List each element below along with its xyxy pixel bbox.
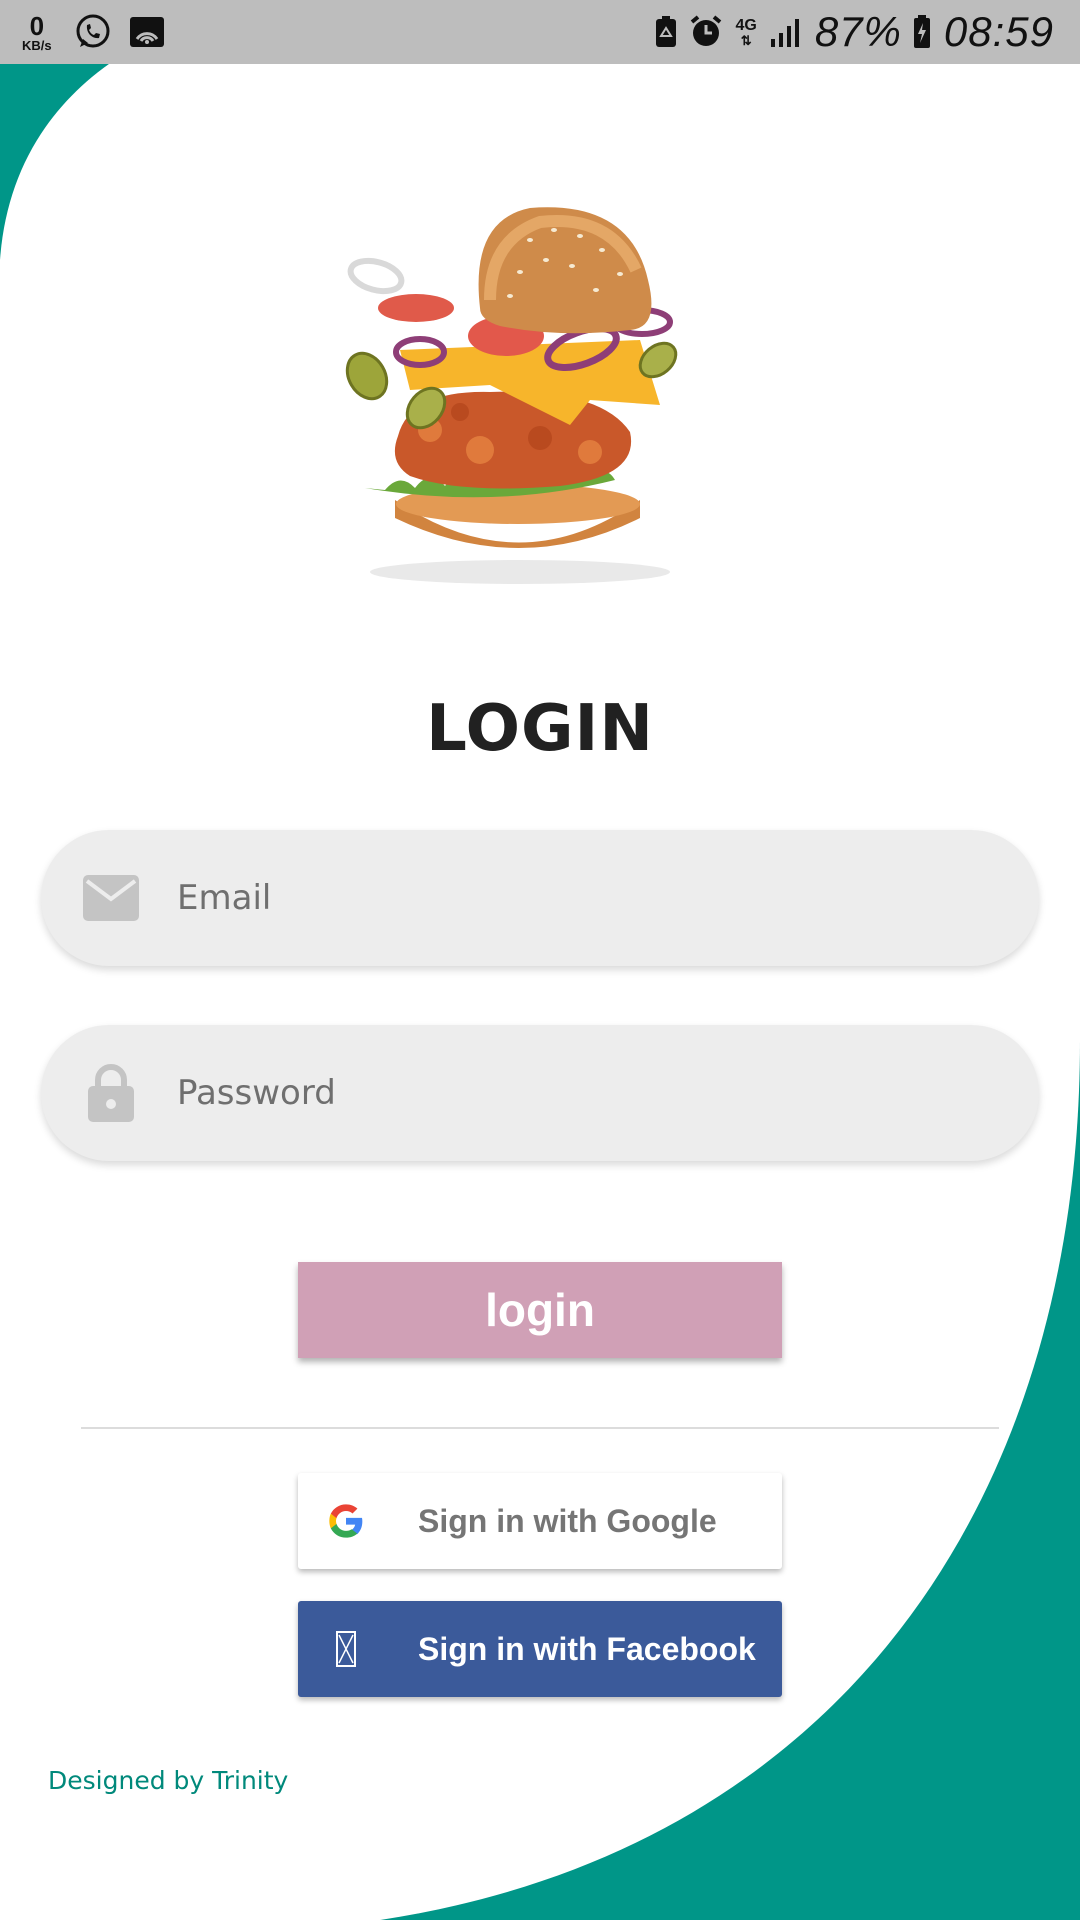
login-button[interactable]: login (298, 1262, 782, 1358)
recycle-icon (655, 16, 677, 48)
facebook-signin-button[interactable]: Sign in with Facebook (298, 1601, 782, 1697)
wifi-icon (129, 17, 164, 47)
google-signin-button[interactable]: Sign in with Google (298, 1473, 782, 1569)
email-field[interactable] (41, 830, 1039, 966)
alarm-icon (689, 15, 723, 49)
network-speed-unit: KB/s (22, 37, 52, 53)
data-arrows-icon: ⇅ (740, 32, 752, 48)
facebook-signin-label: Sign in with Facebook (418, 1630, 756, 1667)
battery-charging-icon (912, 15, 932, 49)
google-icon (326, 1501, 366, 1541)
login-title: LOGIN (426, 692, 654, 766)
network-type: 4G ⇅ (735, 16, 757, 48)
network-speed: 0 KB/s (22, 13, 52, 52)
email-icon (83, 870, 139, 926)
email-input[interactable] (177, 868, 997, 928)
password-input[interactable] (177, 1063, 997, 1123)
network-type-label: 4G (735, 16, 757, 34)
network-speed-value: 0 (29, 10, 45, 41)
clock: 08:59 (943, 8, 1054, 55)
designer-credit: Designed by Trinity (48, 1766, 289, 1795)
divider (81, 1427, 999, 1429)
whatsapp-icon (74, 13, 112, 51)
status-bar-right: 4G ⇅ 87% 08:59 (655, 8, 1054, 56)
status-bar: 0 KB/s 4G ⇅ 87% 08:59 (0, 0, 1080, 64)
status-bar-left: 0 KB/s (22, 13, 182, 52)
password-field[interactable] (41, 1025, 1039, 1161)
facebook-icon (326, 1629, 366, 1669)
signal-icon (769, 17, 803, 47)
burger-logo (345, 207, 678, 584)
google-signin-label: Sign in with Google (418, 1502, 717, 1539)
lock-icon (83, 1064, 139, 1122)
battery-percent: 87% (814, 8, 902, 55)
